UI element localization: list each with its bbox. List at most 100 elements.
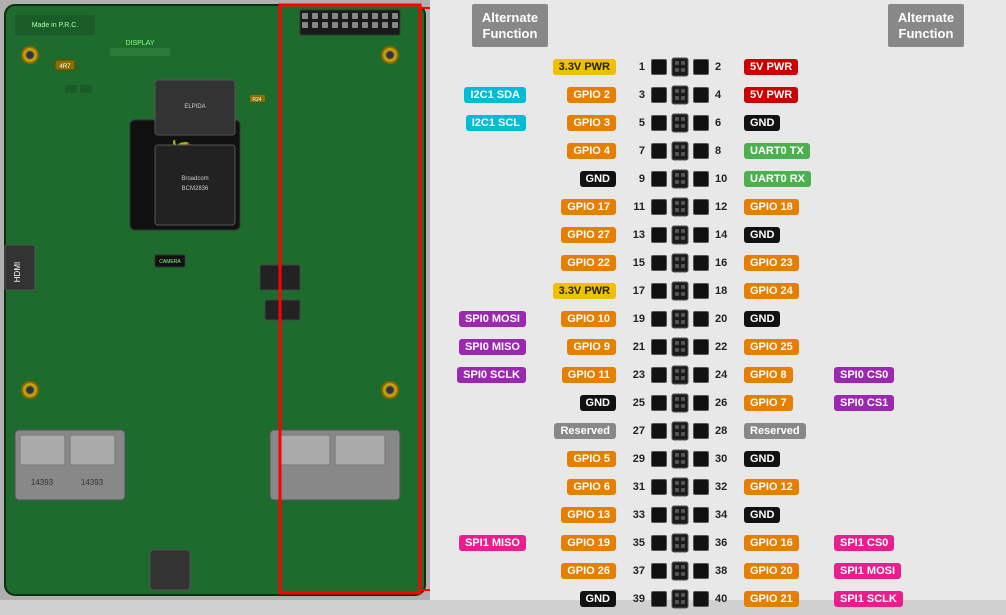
- pin-dot-left: [651, 563, 667, 579]
- connector-left: [648, 367, 670, 383]
- left-pin-number: 1: [620, 61, 648, 73]
- connector-center: [670, 477, 690, 497]
- pin-dot-left: [651, 255, 667, 271]
- right-gpio-chip: 5V PWR: [744, 59, 798, 75]
- connector-center: [670, 225, 690, 245]
- connector-center: [670, 505, 690, 525]
- right-gpio-chip: GND: [744, 507, 780, 523]
- right-pin-number: 8: [712, 145, 740, 157]
- right-gpio-chip: GPIO 20: [744, 563, 799, 579]
- pins-container: 3.3V PWR1 25V PWRI2C1 SDAGPIO 23 45V PWR…: [430, 51, 1006, 615]
- left-pin-number: 3: [620, 89, 648, 101]
- pin-dot-right: [693, 143, 709, 159]
- pin-dot-left: [651, 227, 667, 243]
- right-pin-number: 6: [712, 117, 740, 129]
- connector-right: [690, 87, 712, 103]
- right-gpio-label: GPIO 21: [740, 591, 830, 607]
- right-pin-number: 38: [712, 565, 740, 577]
- pin-dot-left: [651, 199, 667, 215]
- connector-center: [670, 533, 690, 553]
- left-gpio-chip: GPIO 10: [561, 311, 616, 327]
- left-gpio-chip: GPIO 19: [561, 535, 616, 551]
- right-gpio-label: GPIO 12: [740, 479, 830, 495]
- pin-dot-left: [651, 507, 667, 523]
- pin-row: GND9 10UART0 RX: [430, 166, 1006, 192]
- right-gpio-label: GND: [740, 451, 830, 467]
- pin-dot-left: [651, 451, 667, 467]
- svg-text:ELPIDA: ELPIDA: [184, 104, 205, 110]
- right-gpio-chip: GPIO 18: [744, 199, 799, 215]
- left-alt-func: SPI0 SCLK: [430, 367, 530, 383]
- pin-dot-right: [693, 479, 709, 495]
- connector-left: [648, 395, 670, 411]
- connector-right: [690, 423, 712, 439]
- right-gpio-chip: GPIO 21: [744, 591, 799, 607]
- right-gpio-chip: 5V PWR: [744, 87, 798, 103]
- left-pin-number: 11: [620, 201, 648, 213]
- connector-right: [690, 171, 712, 187]
- connector-right: [690, 367, 712, 383]
- connector-right: [690, 507, 712, 523]
- connector-left: [648, 563, 670, 579]
- left-gpio-label: GPIO 10: [530, 311, 620, 327]
- connector-right: [690, 563, 712, 579]
- left-alt-func: SPI0 MOSI: [430, 311, 530, 327]
- pin-dot-right: [693, 395, 709, 411]
- connector-left: [648, 171, 670, 187]
- left-gpio-chip: GPIO 13: [561, 507, 616, 523]
- right-gpio-chip: UART0 RX: [744, 171, 811, 187]
- left-gpio-label: GPIO 3: [530, 115, 620, 131]
- left-alt-chip: I2C1 SCL: [466, 115, 526, 131]
- right-alt-func: SPI1 MOSI: [830, 563, 930, 579]
- left-pin-number: 27: [620, 425, 648, 437]
- right-pin-number: 12: [712, 201, 740, 213]
- right-alt-chip: SPI0 CS0: [834, 367, 894, 383]
- left-gpio-chip: GPIO 11: [562, 367, 616, 383]
- pin-dot-right: [693, 227, 709, 243]
- connector-center: [670, 197, 690, 217]
- connector-left: [648, 115, 670, 131]
- pin-row: Reserved27 28Reserved: [430, 418, 1006, 444]
- left-gpio-label: GPIO 4: [530, 143, 620, 159]
- pin-row: GPIO 529 30GND: [430, 446, 1006, 472]
- left-gpio-chip: Reserved: [554, 423, 616, 439]
- left-gpio-chip: GPIO 22: [561, 255, 616, 271]
- svg-text:HDMI: HDMI: [13, 262, 22, 282]
- left-gpio-chip: GPIO 5: [567, 451, 616, 467]
- svg-text:R24: R24: [252, 97, 261, 103]
- right-gpio-label: GPIO 25: [740, 339, 830, 355]
- right-gpio-label: GND: [740, 311, 830, 327]
- right-gpio-chip: GPIO 24: [744, 283, 799, 299]
- pin-dot-right: [693, 451, 709, 467]
- svg-text:14393: 14393: [81, 478, 104, 487]
- connector-center: [670, 421, 690, 441]
- left-gpio-label: GPIO 26: [530, 563, 620, 579]
- connector-center: [670, 393, 690, 413]
- pin-dot-right: [693, 339, 709, 355]
- connector-left: [648, 283, 670, 299]
- pinout-area: AlternateFunction AlternateFunction 3.3V…: [430, 0, 1006, 600]
- right-gpio-chip: GND: [744, 311, 780, 327]
- connector-left: [648, 479, 670, 495]
- right-gpio-label: 5V PWR: [740, 59, 830, 75]
- connector-left: [648, 87, 670, 103]
- pin-dot-left: [651, 535, 667, 551]
- connector-center: [670, 449, 690, 469]
- pin-dot-left: [651, 59, 667, 75]
- right-pin-number: 10: [712, 173, 740, 185]
- pin-row: SPI1 MISOGPIO 1935 36GPIO 16SPI1 CS0: [430, 530, 1006, 556]
- right-alt-func: SPI0 CS1: [830, 395, 930, 411]
- connector-left: [648, 143, 670, 159]
- left-gpio-chip: GND: [580, 591, 616, 607]
- connector-right: [690, 227, 712, 243]
- pin-dot-right: [693, 367, 709, 383]
- right-pin-number: 30: [712, 453, 740, 465]
- pin-row: GPIO 2215 16GPIO 23: [430, 250, 1006, 276]
- left-alt-chip: SPI0 MISO: [459, 339, 526, 355]
- right-pin-number: 14: [712, 229, 740, 241]
- right-pin-number: 32: [712, 481, 740, 493]
- left-gpio-chip: GPIO 3: [567, 115, 616, 131]
- pin-dot-left: [651, 591, 667, 607]
- left-alt-chip: SPI0 SCLK: [457, 367, 526, 383]
- left-pin-number: 21: [620, 341, 648, 353]
